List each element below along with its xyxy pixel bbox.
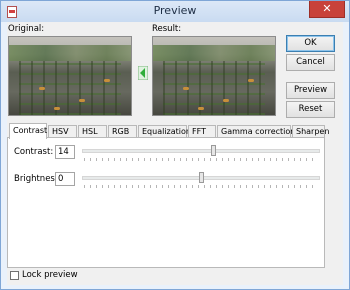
cancel-button[interactable]: Cancel [286,54,335,71]
contrast-panel: Contrast: 14 Brightness: 0 [7,137,325,268]
tab-contrast[interactable]: Contrast [9,123,47,139]
result-image [152,36,276,116]
window-title: Preview [153,4,197,17]
original-label: Original: [8,24,45,34]
copy-to-original-arrow-icon[interactable] [138,66,148,80]
brightness-slider[interactable] [82,172,320,188]
contrast-slider[interactable] [82,145,320,161]
contrast-input[interactable]: 14 [55,145,75,159]
tab-strip: Contrast HSV HSL RGB Equalization FFT Ga… [7,123,343,139]
result-label: Result: [152,24,182,34]
contrast-label: Contrast: [14,147,54,157]
dialog-body: Original: Result: OK Cancel Preview Rese… [7,22,343,285]
lock-preview-checkbox[interactable] [10,271,19,280]
title-bar[interactable]: Preview ✕ [1,1,349,22]
lock-preview-label: Lock preview [22,270,78,280]
reset-button[interactable]: Reset [286,101,335,118]
preview-button[interactable]: Preview [286,82,335,99]
brightness-slider-thumb[interactable] [199,172,204,183]
original-image [8,36,132,116]
close-button[interactable]: ✕ [309,1,345,18]
brightness-input[interactable]: 0 [55,172,75,186]
contrast-slider-thumb[interactable] [210,145,216,156]
preview-window: Preview ✕ Original: Result: OK Cancel Pr… [0,0,350,290]
ok-button[interactable]: OK [286,35,335,52]
